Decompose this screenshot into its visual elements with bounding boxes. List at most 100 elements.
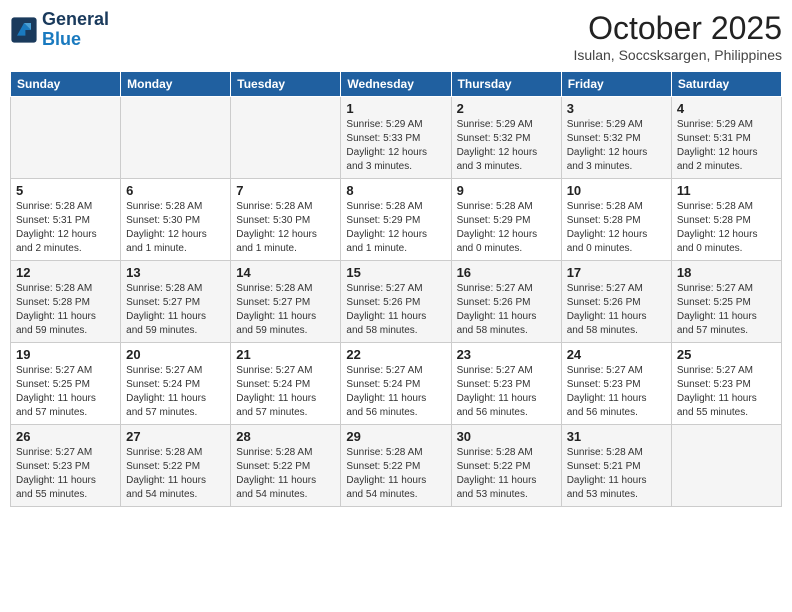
- day-number: 19: [16, 347, 115, 362]
- calendar-cell: 31 Sunrise: 5:28 AM Sunset: 5:21 PM Dayli…: [561, 425, 671, 507]
- calendar-cell: 20 Sunrise: 5:27 AM Sunset: 5:24 PM Dayli…: [121, 343, 231, 425]
- calendar-cell: 24Sunrise: 5:27 AM Sunset: 5:23 PM Dayli…: [561, 343, 671, 425]
- day-number: 5: [16, 183, 115, 198]
- calendar-cell: 13Sunrise: 5:28 AM Sunset: 5:27 PM Dayli…: [121, 261, 231, 343]
- calendar-table: SundayMondayTuesdayWednesdayThursdayFrid…: [10, 71, 782, 507]
- day-number: 14: [236, 265, 335, 280]
- cell-detail: Sunrise: 5:27 AM Sunset: 5:25 PM Dayligh…: [16, 364, 115, 420]
- week-row-5: 26Sunrise: 5:27 AM Sunset: 5:23 PM Dayli…: [11, 425, 782, 507]
- cell-detail: Sunrise: 5:27 AM Sunset: 5:25 PM Dayligh…: [677, 282, 776, 338]
- calendar-cell: 30 Sunrise: 5:28 AM Sunset: 5:22 PM Dayli…: [451, 425, 561, 507]
- logo-line1: General: [42, 10, 109, 30]
- day-number: 11: [677, 183, 776, 198]
- cell-detail: Sunrise: 5:28 AM Sunset: 5:28 PM Dayligh…: [677, 200, 776, 256]
- week-row-4: 19 Sunrise: 5:27 AM Sunset: 5:25 PM Dayli…: [11, 343, 782, 425]
- cell-detail: Sunrise: 5:27 AM Sunset: 5:23 PM Dayligh…: [457, 364, 556, 420]
- cell-detail: Sunrise: 5:29 AM Sunset: 5:32 PM Dayligh…: [457, 118, 556, 174]
- cell-detail: Sunrise: 5:27 AM Sunset: 5:26 PM Dayligh…: [346, 282, 445, 338]
- calendar-cell: 4Sunrise: 5:29 AM Sunset: 5:31 PM Daylig…: [671, 97, 781, 179]
- calendar-cell: 17Sunrise: 5:27 AM Sunset: 5:26 PM Dayli…: [561, 261, 671, 343]
- day-number: 15: [346, 265, 445, 280]
- cell-detail: Sunrise: 5:28 AM Sunset: 5:22 PM Dayligh…: [126, 446, 225, 502]
- calendar-cell: 26Sunrise: 5:27 AM Sunset: 5:23 PM Dayli…: [11, 425, 121, 507]
- cell-detail: Sunrise: 5:28 AM Sunset: 5:28 PM Dayligh…: [16, 282, 115, 338]
- day-number: 18: [677, 265, 776, 280]
- weekday-header-thursday: Thursday: [451, 72, 561, 97]
- calendar-cell: [121, 97, 231, 179]
- week-row-3: 12Sunrise: 5:28 AM Sunset: 5:28 PM Dayli…: [11, 261, 782, 343]
- day-number: 23: [457, 347, 556, 362]
- cell-detail: Sunrise: 5:27 AM Sunset: 5:23 PM Dayligh…: [677, 364, 776, 420]
- weekday-header-sunday: Sunday: [11, 72, 121, 97]
- cell-detail: Sunrise: 5:28 AM Sunset: 5:29 PM Dayligh…: [457, 200, 556, 256]
- day-number: 1: [346, 101, 445, 116]
- cell-detail: Sunrise: 5:27 AM Sunset: 5:23 PM Dayligh…: [16, 446, 115, 502]
- month-title: October 2025: [573, 10, 782, 47]
- day-number: 7: [236, 183, 335, 198]
- day-number: 31: [567, 429, 666, 444]
- day-number: 29: [346, 429, 445, 444]
- calendar-cell: 29 Sunrise: 5:28 AM Sunset: 5:22 PM Dayli…: [341, 425, 451, 507]
- calendar-cell: [671, 425, 781, 507]
- calendar-cell: 27 Sunrise: 5:28 AM Sunset: 5:22 PM Dayli…: [121, 425, 231, 507]
- weekday-header-row: SundayMondayTuesdayWednesdayThursdayFrid…: [11, 72, 782, 97]
- cell-detail: Sunrise: 5:27 AM Sunset: 5:26 PM Dayligh…: [457, 282, 556, 338]
- calendar-cell: 25 Sunrise: 5:27 AM Sunset: 5:23 PM Dayli…: [671, 343, 781, 425]
- cell-detail: Sunrise: 5:28 AM Sunset: 5:30 PM Dayligh…: [236, 200, 335, 256]
- day-number: 30: [457, 429, 556, 444]
- day-number: 22: [346, 347, 445, 362]
- cell-detail: Sunrise: 5:29 AM Sunset: 5:31 PM Dayligh…: [677, 118, 776, 174]
- cell-detail: Sunrise: 5:28 AM Sunset: 5:28 PM Dayligh…: [567, 200, 666, 256]
- day-number: 8: [346, 183, 445, 198]
- calendar-cell: 23 Sunrise: 5:27 AM Sunset: 5:23 PM Dayli…: [451, 343, 561, 425]
- calendar-cell: 6 Sunrise: 5:28 AM Sunset: 5:30 PM Daylig…: [121, 179, 231, 261]
- weekday-header-tuesday: Tuesday: [231, 72, 341, 97]
- weekday-header-saturday: Saturday: [671, 72, 781, 97]
- logo: General Blue: [10, 10, 109, 50]
- week-row-1: 1 Sunrise: 5:29 AM Sunset: 5:33 PM Daylig…: [11, 97, 782, 179]
- cell-detail: Sunrise: 5:27 AM Sunset: 5:24 PM Dayligh…: [126, 364, 225, 420]
- day-number: 6: [126, 183, 225, 198]
- day-number: 24: [567, 347, 666, 362]
- calendar-cell: 8 Sunrise: 5:28 AM Sunset: 5:29 PM Daylig…: [341, 179, 451, 261]
- cell-detail: Sunrise: 5:28 AM Sunset: 5:30 PM Dayligh…: [126, 200, 225, 256]
- calendar-cell: 21 Sunrise: 5:27 AM Sunset: 5:24 PM Dayli…: [231, 343, 341, 425]
- weekday-header-monday: Monday: [121, 72, 231, 97]
- cell-detail: Sunrise: 5:29 AM Sunset: 5:33 PM Dayligh…: [346, 118, 445, 174]
- cell-detail: Sunrise: 5:29 AM Sunset: 5:32 PM Dayligh…: [567, 118, 666, 174]
- cell-detail: Sunrise: 5:28 AM Sunset: 5:22 PM Dayligh…: [236, 446, 335, 502]
- calendar-cell: 7 Sunrise: 5:28 AM Sunset: 5:30 PM Daylig…: [231, 179, 341, 261]
- cell-detail: Sunrise: 5:27 AM Sunset: 5:24 PM Dayligh…: [346, 364, 445, 420]
- cell-detail: Sunrise: 5:28 AM Sunset: 5:22 PM Dayligh…: [457, 446, 556, 502]
- cell-detail: Sunrise: 5:28 AM Sunset: 5:27 PM Dayligh…: [236, 282, 335, 338]
- cell-detail: Sunrise: 5:28 AM Sunset: 5:27 PM Dayligh…: [126, 282, 225, 338]
- calendar-cell: 2 Sunrise: 5:29 AM Sunset: 5:32 PM Daylig…: [451, 97, 561, 179]
- day-number: 17: [567, 265, 666, 280]
- day-number: 21: [236, 347, 335, 362]
- cell-detail: Sunrise: 5:27 AM Sunset: 5:24 PM Dayligh…: [236, 364, 335, 420]
- calendar-cell: 12Sunrise: 5:28 AM Sunset: 5:28 PM Dayli…: [11, 261, 121, 343]
- cell-detail: Sunrise: 5:28 AM Sunset: 5:21 PM Dayligh…: [567, 446, 666, 502]
- calendar-cell: 16 Sunrise: 5:27 AM Sunset: 5:26 PM Dayli…: [451, 261, 561, 343]
- calendar-cell: 15 Sunrise: 5:27 AM Sunset: 5:26 PM Dayli…: [341, 261, 451, 343]
- calendar-cell: 10 Sunrise: 5:28 AM Sunset: 5:28 PM Dayli…: [561, 179, 671, 261]
- day-number: 10: [567, 183, 666, 198]
- day-number: 27: [126, 429, 225, 444]
- day-number: 16: [457, 265, 556, 280]
- calendar-cell: 14 Sunrise: 5:28 AM Sunset: 5:27 PM Dayli…: [231, 261, 341, 343]
- cell-detail: Sunrise: 5:28 AM Sunset: 5:29 PM Dayligh…: [346, 200, 445, 256]
- title-block: October 2025 Isulan, Soccsksargen, Phili…: [573, 10, 782, 63]
- cell-detail: Sunrise: 5:28 AM Sunset: 5:22 PM Dayligh…: [346, 446, 445, 502]
- calendar-cell: 28 Sunrise: 5:28 AM Sunset: 5:22 PM Dayli…: [231, 425, 341, 507]
- calendar-cell: [11, 97, 121, 179]
- calendar-body: 1 Sunrise: 5:29 AM Sunset: 5:33 PM Daylig…: [11, 97, 782, 507]
- day-number: 25: [677, 347, 776, 362]
- day-number: 3: [567, 101, 666, 116]
- day-number: 2: [457, 101, 556, 116]
- day-number: 20: [126, 347, 225, 362]
- page-header: General Blue October 2025 Isulan, Soccsk…: [10, 10, 782, 63]
- location-title: Isulan, Soccsksargen, Philippines: [573, 47, 782, 63]
- day-number: 28: [236, 429, 335, 444]
- calendar-cell: 5Sunrise: 5:28 AM Sunset: 5:31 PM Daylig…: [11, 179, 121, 261]
- day-number: 9: [457, 183, 556, 198]
